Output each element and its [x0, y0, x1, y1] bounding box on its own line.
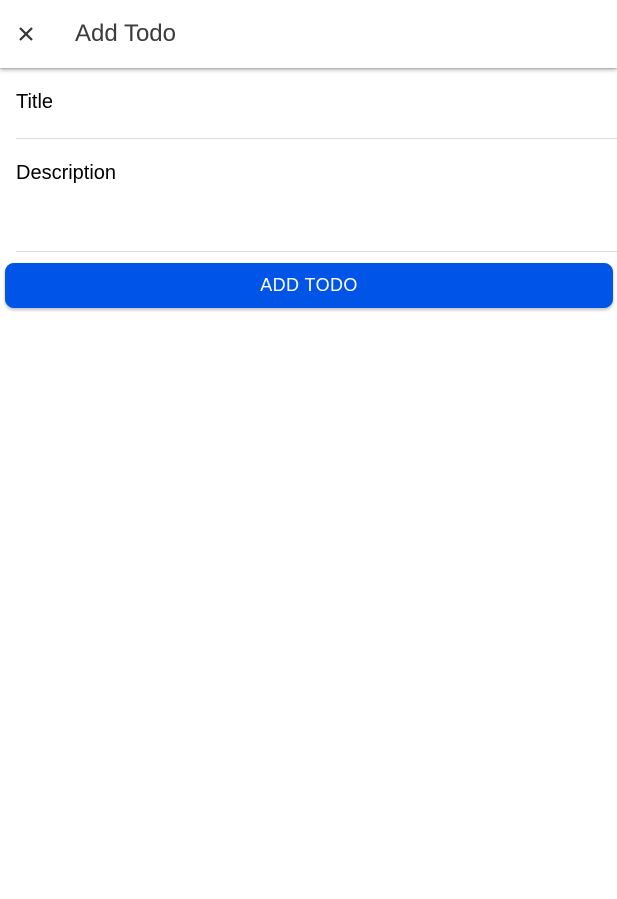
close-icon — [19, 27, 33, 41]
toolbar: Add Todo — [0, 0, 617, 68]
title-input[interactable] — [16, 89, 606, 115]
title-field — [16, 68, 617, 139]
description-field — [16, 139, 617, 252]
description-input[interactable] — [16, 160, 606, 240]
add-todo-button[interactable]: ADD TODO — [5, 263, 613, 308]
add-todo-screen: Add Todo ADD TODO — [0, 0, 617, 899]
close-button[interactable] — [10, 18, 42, 50]
page-title: Add Todo — [75, 20, 176, 47]
